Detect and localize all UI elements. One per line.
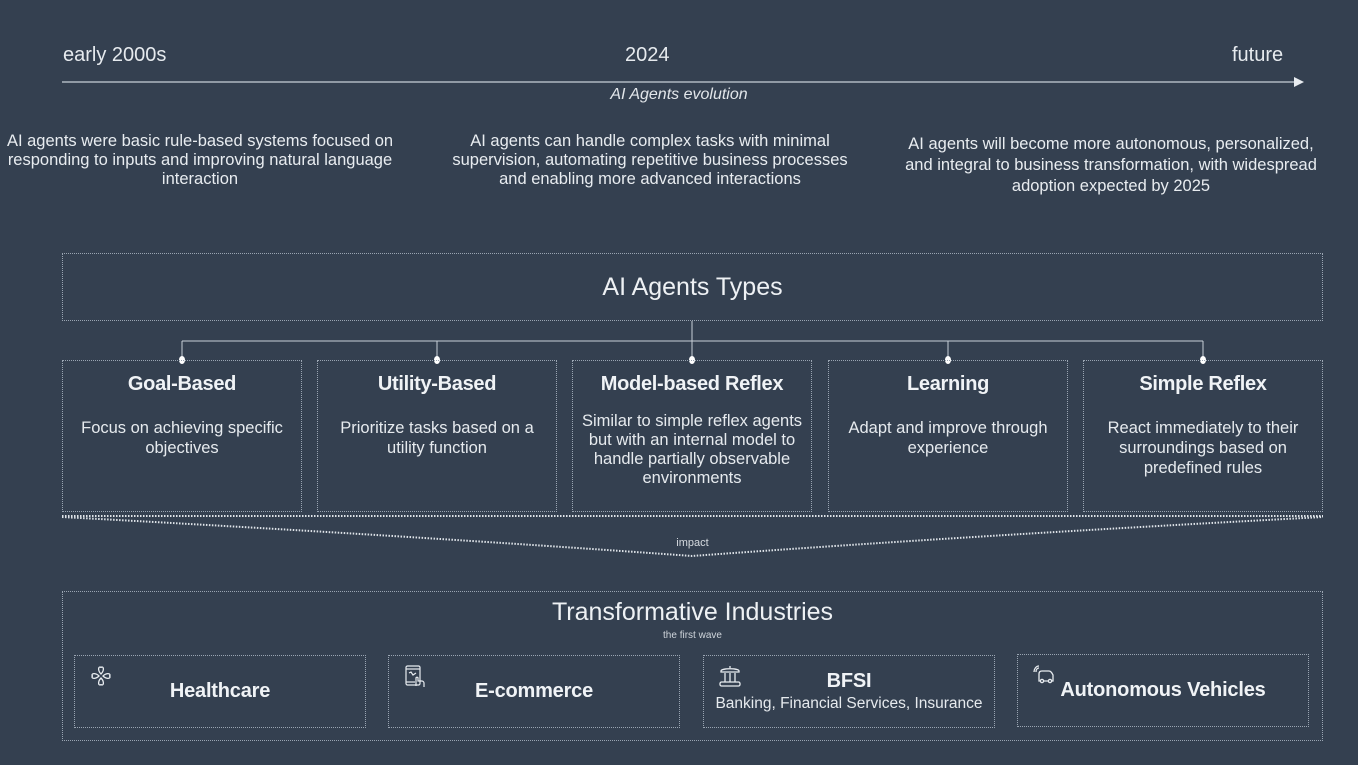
agent-types-title: AI Agents Types — [602, 272, 783, 301]
era-label-future: future — [1232, 44, 1284, 66]
agent-type-description: Prioritize tasks based on a utility func… — [340, 419, 534, 457]
agent-types-header: AI Agents Types — [62, 253, 1323, 321]
agent-type-description: Adapt and improve through experience — [848, 419, 1048, 457]
industry-card-healthcare: Healthcare — [74, 655, 366, 728]
industry-card-autonomous-vehicles: Autonomous Vehicles — [1017, 654, 1309, 727]
era-description: AI agents were basic rule-based systems … — [6, 132, 394, 188]
industry-name: Autonomous Vehicles — [1060, 679, 1266, 701]
agent-type-title: Goal-Based — [127, 373, 237, 395]
era-label-early-2000s: early 2000s — [63, 44, 167, 66]
industry-subtitle: Banking, Financial Services, Insurance — [715, 695, 983, 712]
tablet-touch-icon — [405, 665, 425, 687]
industry-card-bfsi: BFSI Banking, Financial Services, Insura… — [703, 655, 995, 728]
connected-car-icon — [1033, 665, 1054, 684]
agent-type-title: Learning — [906, 373, 990, 395]
era-description: AI agents will become more autonomous, p… — [905, 135, 1317, 195]
timeline-caption: AI Agents evolution — [610, 86, 748, 103]
agent-type-card-utility-based: Utility-Based Prioritize tasks based on … — [317, 360, 557, 512]
industry-name: Healthcare — [169, 680, 271, 702]
industry-name: BFSI — [826, 670, 872, 692]
agent-type-description: React immediately to their surroundings … — [1107, 419, 1299, 477]
agent-type-card-model-based-reflex: Model-based Reflex Similar to simple ref… — [572, 360, 812, 512]
industries-title: Transformative Industries — [551, 598, 834, 626]
era-label-2024: 2024 — [625, 44, 670, 66]
agent-type-card-goal-based: Goal-Based Focus on achieving specific o… — [62, 360, 302, 512]
agent-type-card-simple-reflex: Simple Reflex React immediately to their… — [1083, 360, 1323, 512]
industry-card-e-commerce: E-commerce — [388, 655, 680, 728]
agent-type-description: Similar to simple reflex agents but with… — [581, 412, 803, 487]
impact-label: impact — [676, 537, 709, 549]
bank-icon — [719, 666, 741, 687]
agent-type-description: Focus on achieving specific objectives — [81, 419, 283, 457]
industries-subtitle: the first wave — [663, 630, 722, 641]
era-description: AI agents can handle complex tasks with … — [452, 132, 848, 188]
agent-type-card-learning: Learning Adapt and improve through exper… — [828, 360, 1068, 512]
agent-type-title: Model-based Reflex — [600, 373, 784, 395]
clover-hearts-icon — [91, 666, 111, 686]
industry-name: E-commerce — [474, 680, 594, 702]
agent-type-title: Simple Reflex — [1139, 373, 1267, 395]
agent-type-title: Utility-Based — [377, 373, 497, 395]
